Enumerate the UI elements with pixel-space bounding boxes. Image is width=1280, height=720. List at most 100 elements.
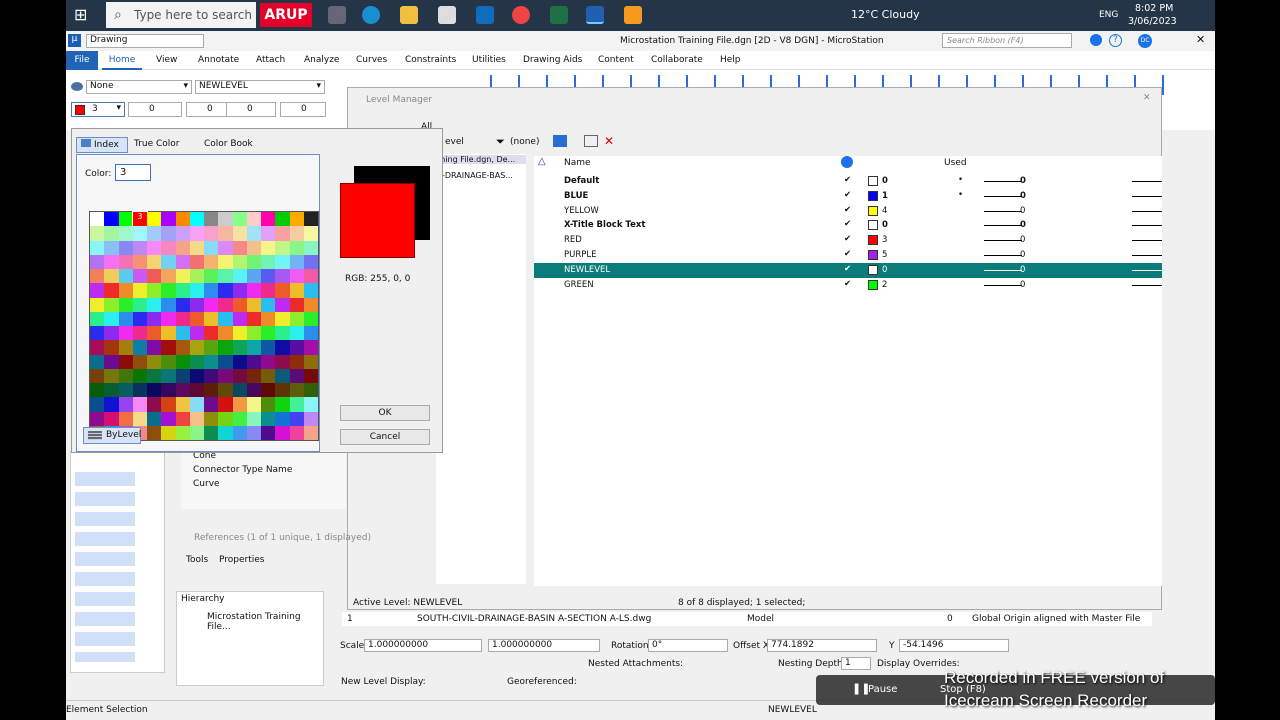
palette-cell[interactable]	[289, 425, 304, 440]
palette-cell[interactable]	[90, 254, 105, 269]
palette-cell[interactable]	[204, 226, 219, 241]
palette-cell[interactable]	[189, 383, 204, 398]
level-filter-select[interactable]: (none)	[510, 137, 539, 147]
palette-cell[interactable]	[261, 425, 276, 440]
palette-cell[interactable]	[246, 383, 261, 398]
palette-cell[interactable]	[246, 297, 261, 312]
palette-cell[interactable]	[175, 240, 190, 255]
palette-cell[interactable]	[189, 297, 204, 312]
level-color-swatch[interactable]	[868, 220, 878, 231]
palette-cell[interactable]	[303, 425, 318, 440]
palette-cell[interactable]	[261, 283, 276, 298]
palette-cell[interactable]	[147, 411, 162, 426]
palette-cell[interactable]	[261, 354, 276, 369]
palette-cell[interactable]	[218, 368, 233, 383]
tab-file[interactable]: File	[66, 51, 98, 70]
palette-cell[interactable]	[232, 283, 247, 298]
palette-cell[interactable]	[161, 226, 176, 241]
palette-cell[interactable]	[204, 411, 219, 426]
tab-attach[interactable]: Attach	[256, 55, 285, 65]
active-color-select[interactable]: 3 ▾	[71, 102, 125, 117]
tab-analyze[interactable]: Analyze	[304, 55, 339, 65]
palette-cell[interactable]	[175, 311, 190, 326]
delete-level-icon[interactable]: ✕	[604, 134, 614, 148]
palette-cell[interactable]	[132, 297, 147, 312]
palette-cell[interactable]	[175, 254, 190, 269]
check-icon[interactable]: ✔	[844, 219, 851, 229]
palette-cell[interactable]	[232, 383, 247, 398]
palette-cell[interactable]	[90, 212, 105, 227]
palette-cell[interactable]	[147, 254, 162, 269]
palette-cell[interactable]	[161, 354, 176, 369]
palette-cell[interactable]	[275, 425, 290, 440]
palette-cell[interactable]	[218, 326, 233, 341]
palette-cell[interactable]	[218, 425, 233, 440]
palette-cell[interactable]	[289, 397, 304, 412]
palette-cell[interactable]	[204, 326, 219, 341]
palette-cell[interactable]	[189, 283, 204, 298]
references-tools-menu[interactable]: Tools	[186, 555, 208, 565]
palette-cell[interactable]	[104, 311, 119, 326]
palette-cell[interactable]	[275, 212, 290, 227]
palette-cell[interactable]	[104, 269, 119, 284]
palette-cell[interactable]	[261, 269, 276, 284]
palette-cell[interactable]	[161, 397, 176, 412]
palette-cell[interactable]	[289, 383, 304, 398]
palette-cell[interactable]	[289, 226, 304, 241]
palette-cell[interactable]	[218, 354, 233, 369]
palette-cell[interactable]	[118, 240, 133, 255]
palette-cell[interactable]	[232, 269, 247, 284]
palette-cell[interactable]	[246, 269, 261, 284]
palette-cell[interactable]	[261, 311, 276, 326]
palette-cell[interactable]	[118, 254, 133, 269]
palette-cell[interactable]	[275, 368, 290, 383]
sort-icon[interactable]: △	[538, 156, 546, 167]
task-view-icon[interactable]	[328, 6, 346, 24]
palette-cell[interactable]	[189, 340, 204, 355]
palette-cell[interactable]	[232, 311, 247, 326]
palette-cell[interactable]	[118, 326, 133, 341]
level-tree-item[interactable]: evel	[445, 137, 464, 147]
globe-icon[interactable]	[841, 156, 853, 168]
color-index-input[interactable]: 3	[115, 164, 151, 181]
palette-cell[interactable]	[147, 297, 162, 312]
tab-help[interactable]: Help	[720, 55, 741, 65]
palette-cell[interactable]	[175, 269, 190, 284]
filter-icon[interactable]: ⏷	[496, 135, 505, 149]
palette-cell[interactable]	[303, 283, 318, 298]
palette-cell[interactable]	[147, 226, 162, 241]
palette-cell[interactable]	[161, 411, 176, 426]
palette-cell[interactable]	[218, 240, 233, 255]
hierarchy-tree-item[interactable]: Microstation Training File...	[207, 612, 323, 632]
check-icon[interactable]: ✔	[844, 279, 851, 289]
check-icon[interactable]: ✔	[844, 264, 851, 274]
palette-cell[interactable]	[232, 240, 247, 255]
level-row[interactable]: NEWLEVEL ✔ 0 0	[534, 262, 1162, 278]
palette-cell[interactable]	[118, 368, 133, 383]
palette-cell[interactable]	[132, 354, 147, 369]
palette-cell[interactable]	[246, 397, 261, 412]
palette-cell[interactable]	[90, 383, 105, 398]
palette-cell[interactable]	[246, 368, 261, 383]
palette-cell[interactable]	[261, 397, 276, 412]
offset-x-input[interactable]: 774.1892	[767, 639, 877, 652]
palette-cell[interactable]	[104, 297, 119, 312]
color-palette-grid[interactable]: 3	[89, 210, 319, 441]
palette-cell[interactable]	[147, 240, 162, 255]
palette-cell[interactable]	[204, 240, 219, 255]
tab-true-color[interactable]: True Color	[134, 139, 179, 149]
palette-cell[interactable]	[147, 397, 162, 412]
palette-cell[interactable]	[261, 383, 276, 398]
palette-cell[interactable]	[118, 411, 133, 426]
new-level-icon[interactable]	[584, 135, 598, 147]
palette-cell[interactable]	[289, 354, 304, 369]
check-icon[interactable]: ✔	[844, 249, 851, 259]
palette-cell[interactable]	[90, 283, 105, 298]
palette-cell[interactable]	[204, 340, 219, 355]
level-row[interactable]: BLUE ✔ 1 • 0	[534, 189, 1162, 204]
microstation-icon[interactable]	[586, 6, 604, 24]
level-row[interactable]: GREEN ✔ 2 0	[534, 278, 1162, 293]
palette-cell[interactable]	[104, 368, 119, 383]
palette-cell[interactable]	[289, 283, 304, 298]
palette-cell[interactable]	[246, 311, 261, 326]
